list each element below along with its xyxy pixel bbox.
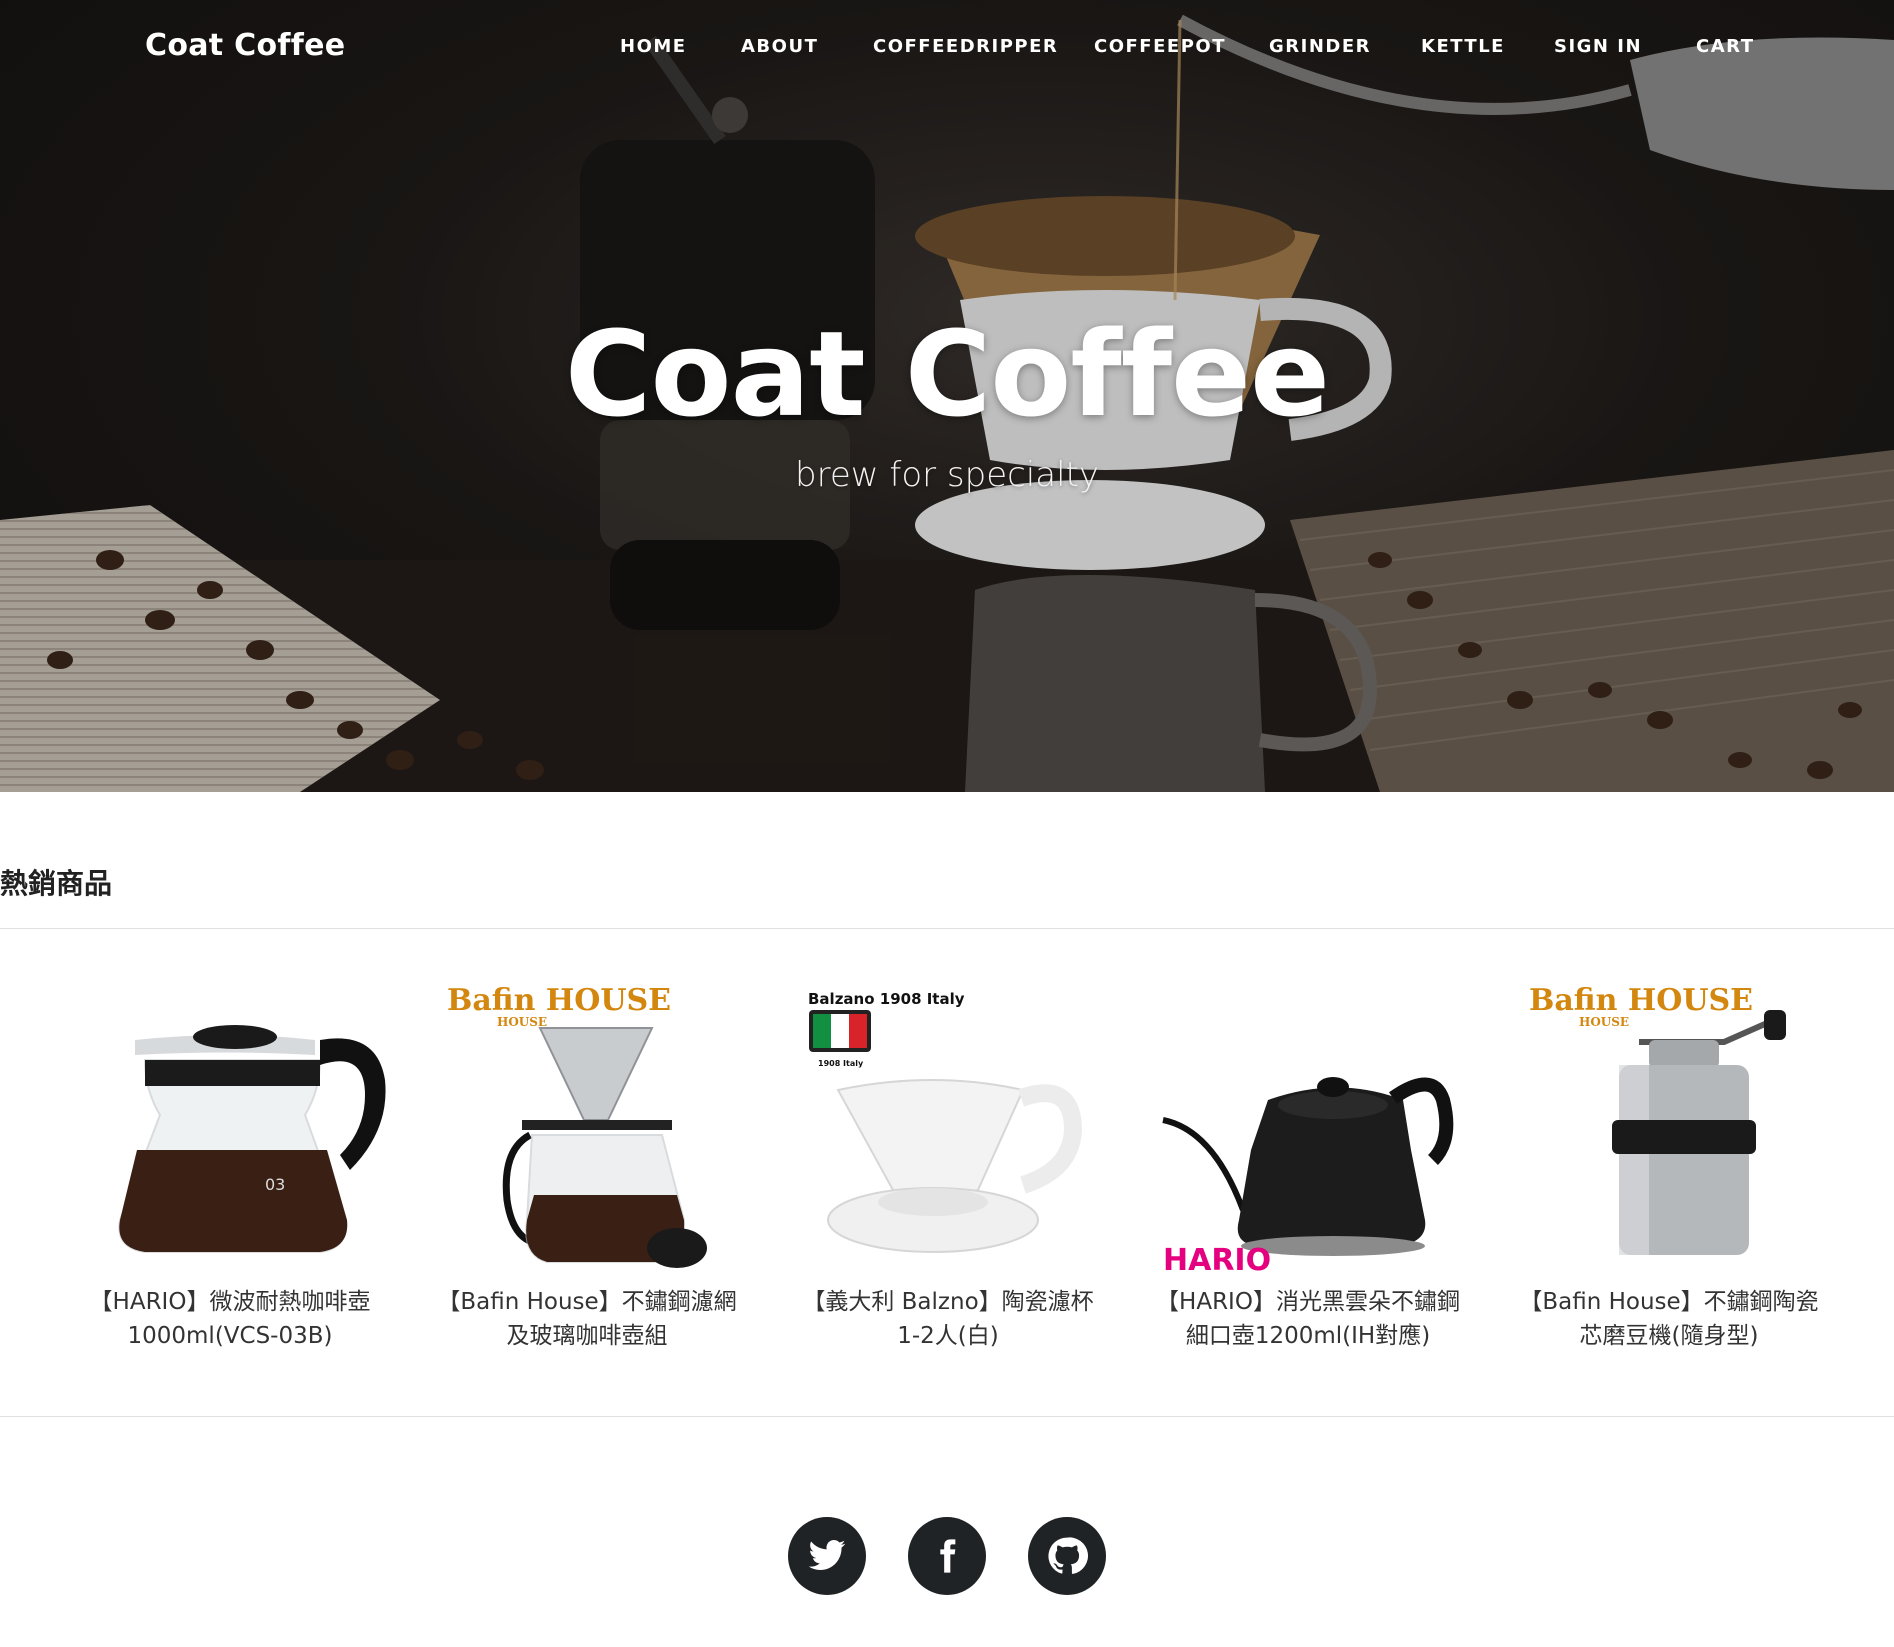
product-name-line2: 1000ml(VCS-03B) — [127, 1323, 333, 1349]
product-name-line1: 【HARIO】消光黑雲朵不鏽鋼 — [1156, 1289, 1460, 1315]
nav-home[interactable]: HOME — [620, 36, 687, 57]
product-name[interactable]: 【Bafin House】不鏽鋼濾網 及玻璃咖啡壺組 — [422, 1285, 752, 1353]
twitter-link[interactable] — [788, 1517, 866, 1595]
nav-grinder[interactable]: GRINDER — [1269, 36, 1371, 57]
facebook-link[interactable] — [908, 1517, 986, 1595]
svg-text:HOUSE: HOUSE — [1579, 1015, 1629, 1029]
bafin-logo: Bafin HOUSE — [447, 983, 671, 1018]
svg-text:HOUSE: HOUSE — [497, 1015, 547, 1029]
svg-text:03: 03 — [265, 1175, 285, 1194]
product-name-line1: 【義大利 Balzno】陶瓷濾杯 — [802, 1289, 1094, 1315]
product-name[interactable]: 【Bafin House】不鏽鋼陶瓷 芯磨豆機(隨身型) — [1504, 1285, 1834, 1353]
product-card-hario-server[interactable]: 03 【HARIO】微波耐熱咖啡壺 1000ml(VCS-03B) — [65, 980, 395, 1350]
product-name-line2: 1-2人(白) — [897, 1323, 999, 1349]
facebook-icon — [908, 1517, 986, 1595]
twitter-icon — [788, 1517, 866, 1595]
product-card-bafin-grinder[interactable]: Bafin HOUSE HOUSE 【Bafin House】不鏽鋼陶瓷 芯磨豆… — [1504, 980, 1834, 1350]
svg-text:1908 Italy: 1908 Italy — [818, 1059, 864, 1068]
product-list: 03 【HARIO】微波耐熱咖啡壺 1000ml(VCS-03B) Bafin … — [0, 980, 1894, 1360]
product-name-line2: 及玻璃咖啡壺組 — [506, 1323, 668, 1349]
nav-about[interactable]: ABOUT — [741, 36, 818, 57]
section-divider-top — [0, 928, 1894, 929]
product-image-coffee-server: 03 — [118, 1025, 386, 1253]
nav-cart[interactable]: CART — [1696, 36, 1754, 57]
product-image-dripper-set: Bafin HOUSE HOUSE — [447, 983, 707, 1268]
hero-title: Coat Coffee — [564, 305, 1330, 443]
product-name-line2: 細口壺1200ml(IH對應) — [1185, 1323, 1431, 1349]
product-name-line1: 【HARIO】微波耐熱咖啡壺 — [89, 1289, 371, 1315]
product-name-line2: 芯磨豆機(隨身型) — [1579, 1323, 1759, 1349]
hario-logo: HARIO — [1163, 1243, 1271, 1278]
product-name-line1: 【Bafin House】不鏽鋼濾網 — [437, 1289, 737, 1315]
nav-coffeepot[interactable]: COFFEEPOT — [1094, 36, 1226, 57]
product-image-kettle: HARIO — [1162, 1077, 1454, 1278]
product-card-hario-kettle[interactable]: HARIO 【HARIO】消光黑雲朵不鏽鋼 細口壺1200ml(IH對應) — [1143, 980, 1473, 1350]
balzano-logo: Balzano 1908 Italy — [808, 990, 965, 1008]
nav-kettle[interactable]: KETTLE — [1421, 36, 1505, 57]
main-nav: HOME ABOUT COFFEEDRIPPER COFFEEPOT GRIND… — [0, 36, 1894, 58]
product-image-ceramic-dripper: Balzano 1908 Italy 1908 Italy — [808, 990, 1083, 1253]
nav-sign-in[interactable]: SIGN IN — [1554, 36, 1642, 57]
product-name[interactable]: 【HARIO】微波耐熱咖啡壺 1000ml(VCS-03B) — [65, 1285, 395, 1353]
nav-coffeedripper[interactable]: COFFEEDRIPPER — [873, 36, 1058, 57]
product-image-hand-grinder: Bafin HOUSE HOUSE — [1529, 983, 1786, 1255]
product-card-bafin-dripper-set[interactable]: Bafin HOUSE HOUSE 【Bafin House】不鏽鋼濾網 及玻璃… — [422, 980, 752, 1350]
github-link[interactable] — [1028, 1517, 1106, 1595]
product-card-balzano-dripper[interactable]: Balzano 1908 Italy 1908 Italy 【義大利 Balzn… — [783, 980, 1113, 1350]
hero-banner: Coat Coffee HOME ABOUT COFFEEDRIPPER COF… — [0, 0, 1894, 792]
product-name[interactable]: 【義大利 Balzno】陶瓷濾杯 1-2人(白) — [783, 1285, 1113, 1353]
product-name[interactable]: 【HARIO】消光黑雲朵不鏽鋼 細口壺1200ml(IH對應) — [1143, 1285, 1473, 1353]
product-name-line1: 【Bafin House】不鏽鋼陶瓷 — [1519, 1289, 1819, 1315]
hero-subtitle: brew for specialty — [795, 455, 1099, 495]
github-icon — [1028, 1517, 1106, 1595]
bestsellers-heading: 熱銷商品 — [0, 867, 113, 900]
section-divider-bottom — [0, 1416, 1894, 1417]
bafin-logo: Bafin HOUSE — [1529, 983, 1753, 1018]
